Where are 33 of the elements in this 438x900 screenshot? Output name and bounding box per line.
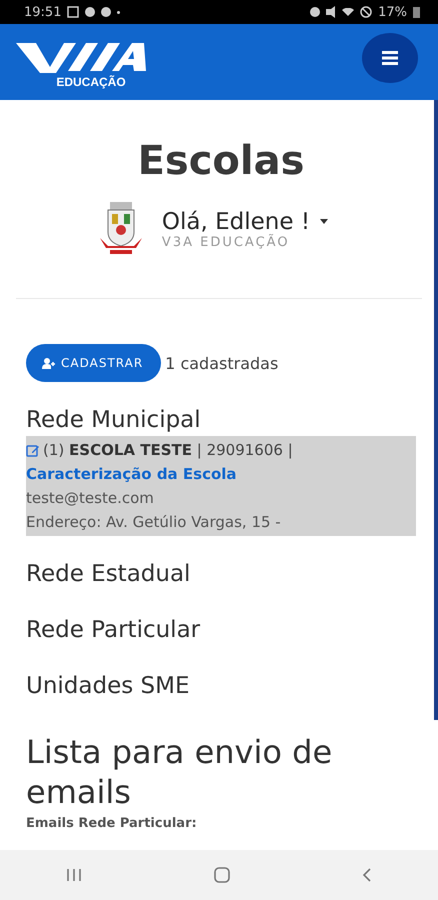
dot-icon — [117, 10, 120, 14]
recent-apps-icon[interactable] — [65, 867, 83, 883]
mute-icon — [326, 6, 336, 18]
menu-icon — [382, 51, 398, 65]
battery-level: 17% — [378, 4, 407, 20]
back-icon[interactable] — [361, 867, 373, 883]
battery-icon — [413, 6, 420, 18]
do-not-disturb-icon — [360, 6, 372, 18]
school-summary: (1) ESCOLA TESTE | 29091606 | — [43, 440, 293, 461]
add-user-icon — [42, 358, 55, 368]
characterization-link[interactable]: Caracterização da Escola — [26, 462, 412, 486]
user-greeting[interactable]: Olá, Edlene ! — [162, 208, 310, 234]
section-heading[interactable]: Unidades SME — [26, 668, 416, 704]
school-address: Endereço: Av. Getúlio Vargas, 15 - — [26, 512, 282, 533]
register-button[interactable]: CADASTRAR — [26, 344, 162, 382]
edit-icon[interactable] — [26, 444, 39, 456]
list-subtitle: Emails Rede Particular: — [26, 816, 198, 831]
section-heading[interactable]: Rede Estadual — [26, 556, 416, 592]
clock: 19:51 — [24, 4, 62, 20]
section-heading[interactable]: Rede Municipal — [26, 402, 416, 438]
registered-count: 1 cadastradas — [165, 354, 278, 372]
school-email: teste@teste.com — [26, 488, 155, 509]
section-heading[interactable]: Rede Particular — [26, 612, 416, 648]
page-title: Escolas — [136, 138, 306, 184]
organization-name: V3A EDUCAÇÃO — [162, 234, 290, 250]
wifi-icon — [342, 8, 354, 16]
image-icon — [67, 6, 80, 18]
coat-of-arms-icon — [98, 202, 144, 256]
caret-icon[interactable] — [320, 219, 328, 224]
section-heading: Lista para envio de emails — [26, 732, 334, 812]
home-icon[interactable] — [213, 866, 231, 884]
logo-caption: EDUCAÇÃO — [56, 75, 126, 89]
logo-icon — [16, 41, 146, 73]
